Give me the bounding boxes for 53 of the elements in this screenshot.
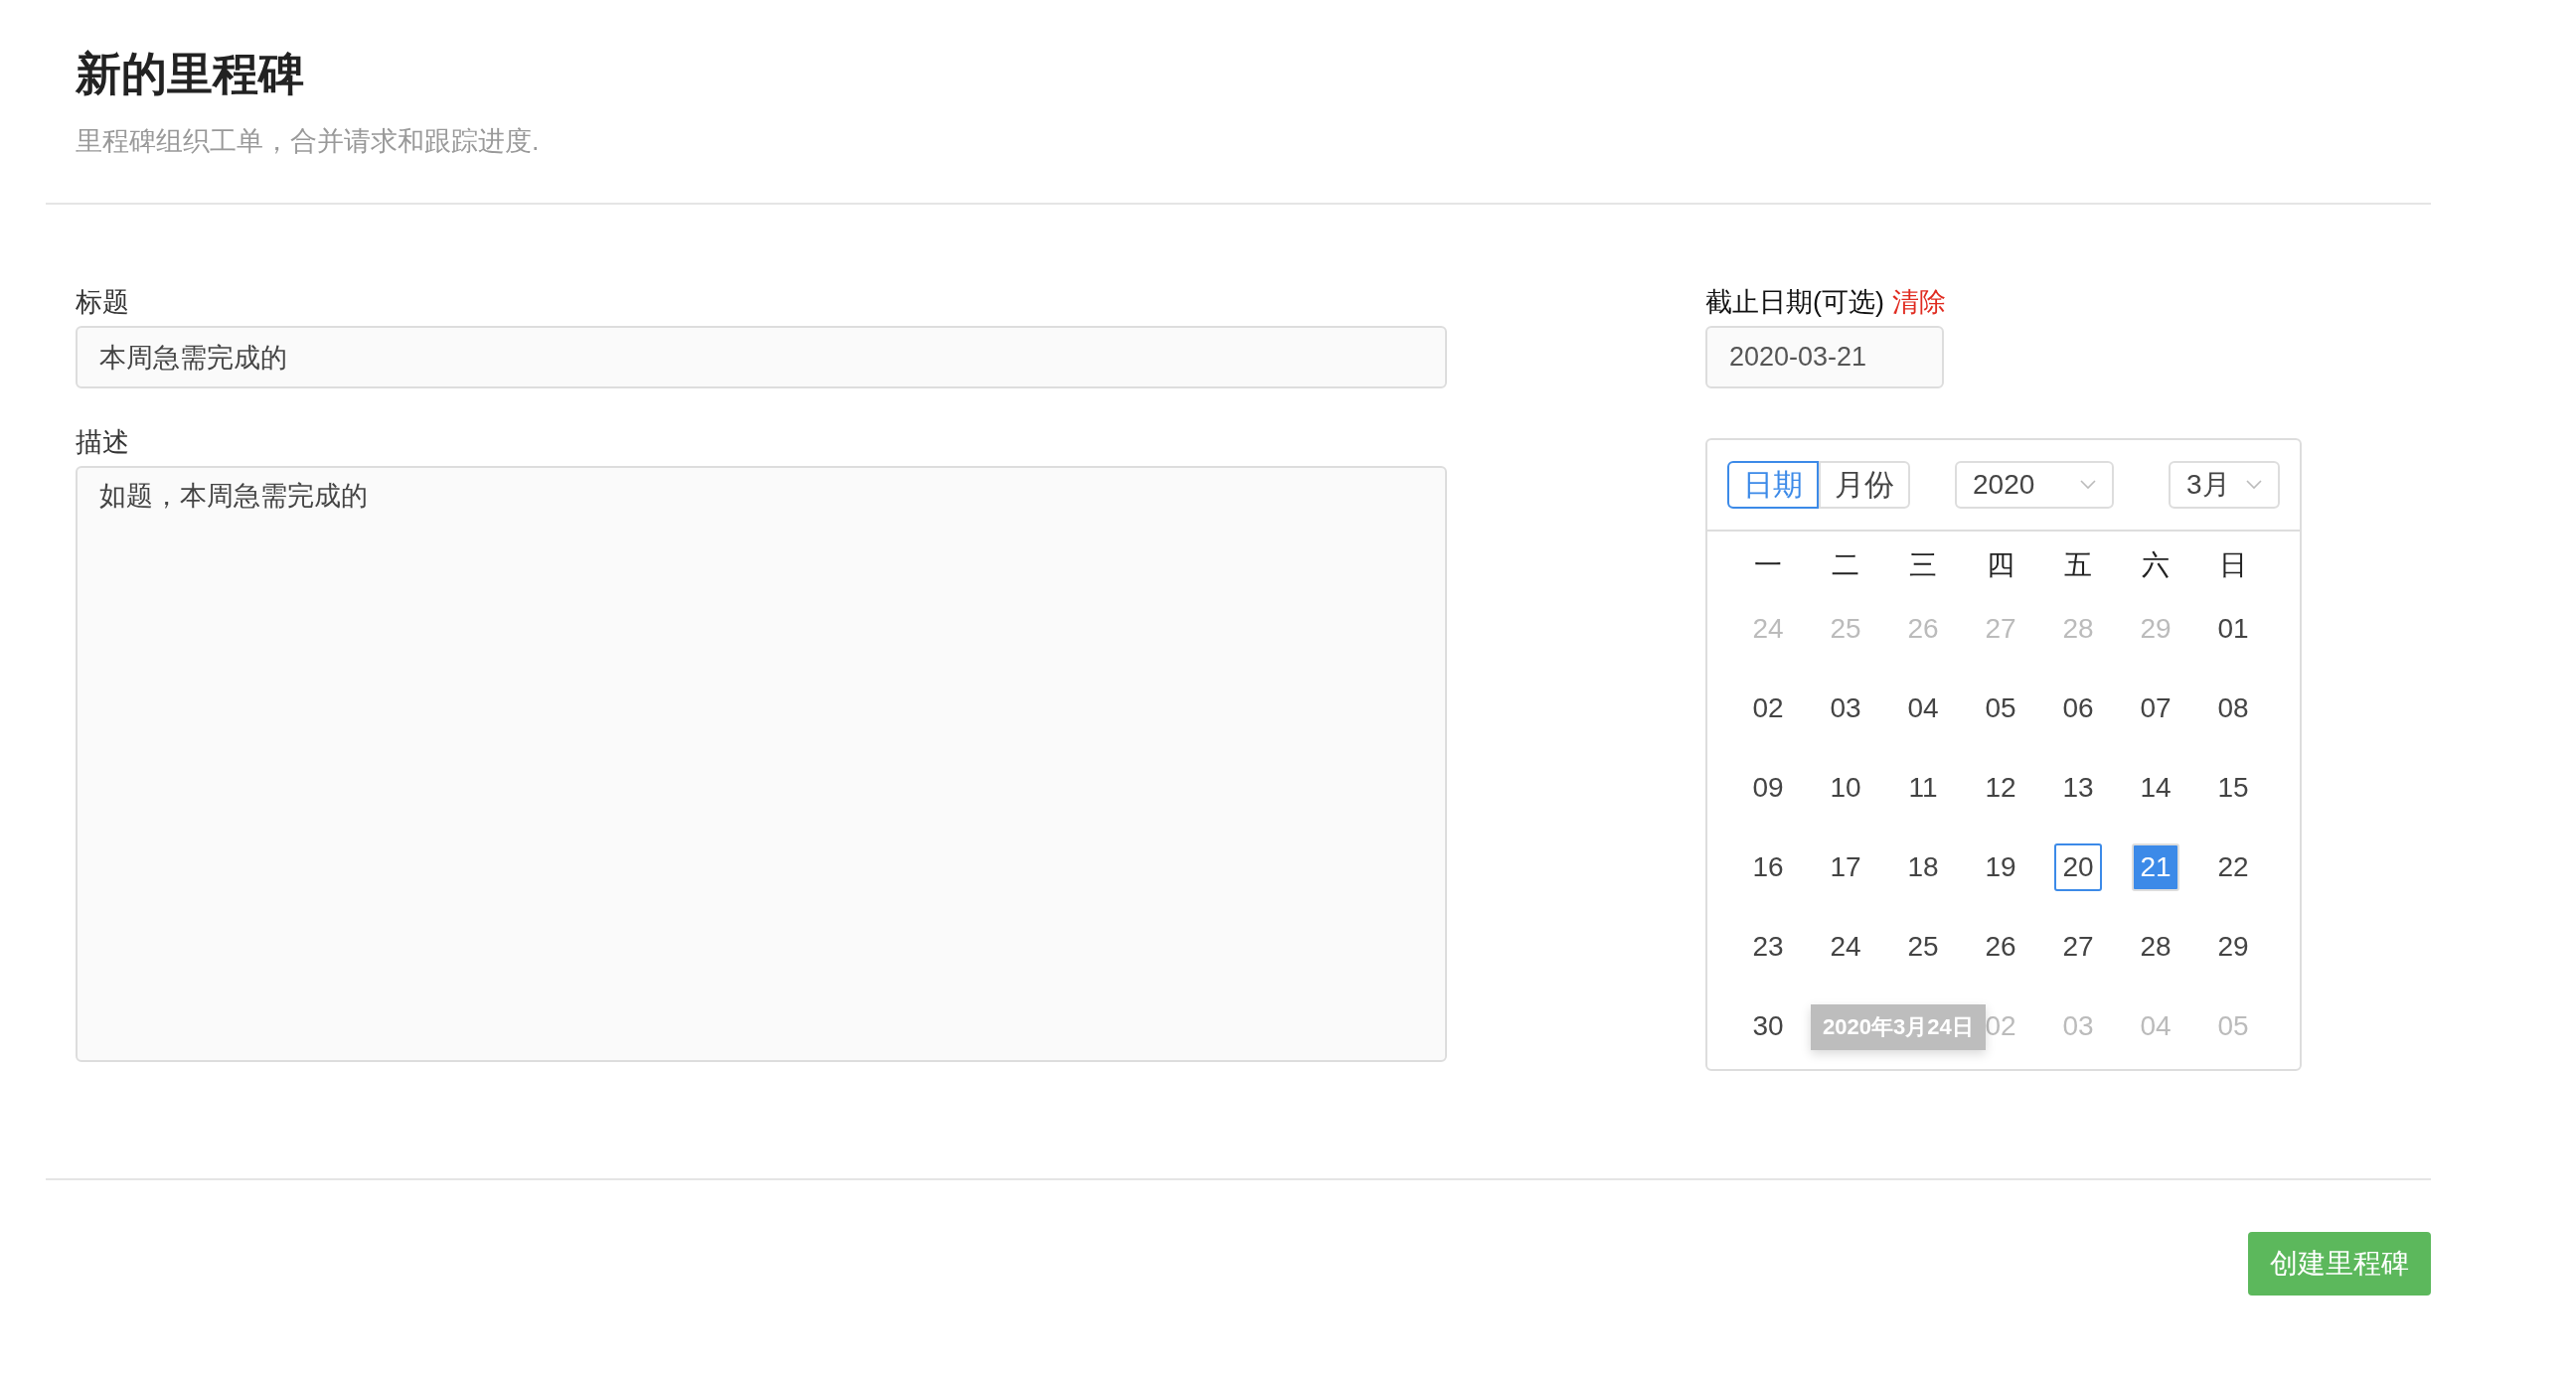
calendar-day[interactable]: 02	[1744, 685, 1792, 732]
calendar-day[interactable]: 01	[2209, 605, 2257, 653]
calendar-day[interactable]: 27	[2054, 923, 2102, 971]
calendar-day[interactable]: 14	[2132, 764, 2179, 812]
calendar-day[interactable]: 17	[1822, 843, 1869, 891]
calendar-day[interactable]: 03	[1822, 685, 1869, 732]
date-tooltip: 2020年3月24日	[1811, 1004, 1986, 1050]
weekday-label: 五	[2064, 548, 2092, 582]
weekday-label: 一	[1754, 548, 1782, 582]
calendar-day[interactable]: 05	[1977, 685, 2024, 732]
clear-link[interactable]: 清除	[1892, 284, 1946, 320]
chevron-down-icon	[2080, 480, 2096, 490]
page-subtitle: 里程碑组织工单，合并请求和跟踪进度.	[76, 125, 541, 158]
calendar-day[interactable]: 08	[2209, 685, 2257, 732]
weekday-label: 日	[2219, 548, 2247, 582]
calendar-day[interactable]: 29	[2209, 923, 2257, 971]
calendar-day[interactable]: 23	[1744, 923, 1792, 971]
calendar-day[interactable]: 13	[2054, 764, 2102, 812]
weekday-label: 二	[1832, 548, 1859, 582]
calendar-day[interactable]: 21	[2132, 843, 2179, 891]
calendar-day[interactable]: 04	[1899, 685, 1947, 732]
calendar-day[interactable]: 28	[2132, 923, 2179, 971]
calendar-day[interactable]: 10	[1822, 764, 1869, 812]
field-label: 标题	[76, 286, 129, 319]
calendar-day[interactable]: 26	[1977, 923, 2024, 971]
weekday-label: 六	[2142, 548, 2170, 582]
year-dropdown[interactable]: 2020	[1955, 461, 2114, 509]
calendar-day[interactable]: 24	[1822, 923, 1869, 971]
date-input[interactable]: 2020-03-21	[1705, 326, 1944, 388]
page-title: 新的里程碑	[76, 47, 305, 101]
weekday-label: 三	[1909, 548, 1937, 582]
month-dropdown[interactable]: 3月	[2169, 461, 2280, 509]
calendar-day[interactable]: 18	[1899, 843, 1947, 891]
title-input[interactable]: 本周急需完成的	[76, 326, 1447, 388]
calendar-day[interactable]: 16	[1744, 843, 1792, 891]
calendar-day[interactable]: 15	[2209, 764, 2257, 812]
calendar-day[interactable]: 22	[2209, 843, 2257, 891]
field-label: 截止日期(可选)	[1705, 286, 1884, 319]
calendar-day[interactable]: 07	[2132, 685, 2179, 732]
calendar-day[interactable]: 19	[1977, 843, 2024, 891]
calendar-day[interactable]: 06	[2054, 685, 2102, 732]
weekday-label: 四	[1987, 548, 2014, 582]
calendar-day[interactable]: 20	[2054, 843, 2102, 891]
calendar-day[interactable]: 25	[1899, 923, 1947, 971]
calendar-day[interactable]: 30	[1744, 1002, 1792, 1050]
view-tab[interactable]: 月份	[1819, 461, 1910, 509]
chevron-down-icon	[2246, 480, 2262, 490]
field-label: 描述	[76, 426, 129, 459]
calendar-day[interactable]: 11	[1899, 764, 1947, 812]
calendar-day[interactable]: 09	[1744, 764, 1792, 812]
description-textarea[interactable]: 如题，本周急需完成的	[76, 466, 1447, 1062]
calendar-day[interactable]: 12	[1977, 764, 2024, 812]
view-tab[interactable]: 日期	[1727, 461, 1819, 509]
